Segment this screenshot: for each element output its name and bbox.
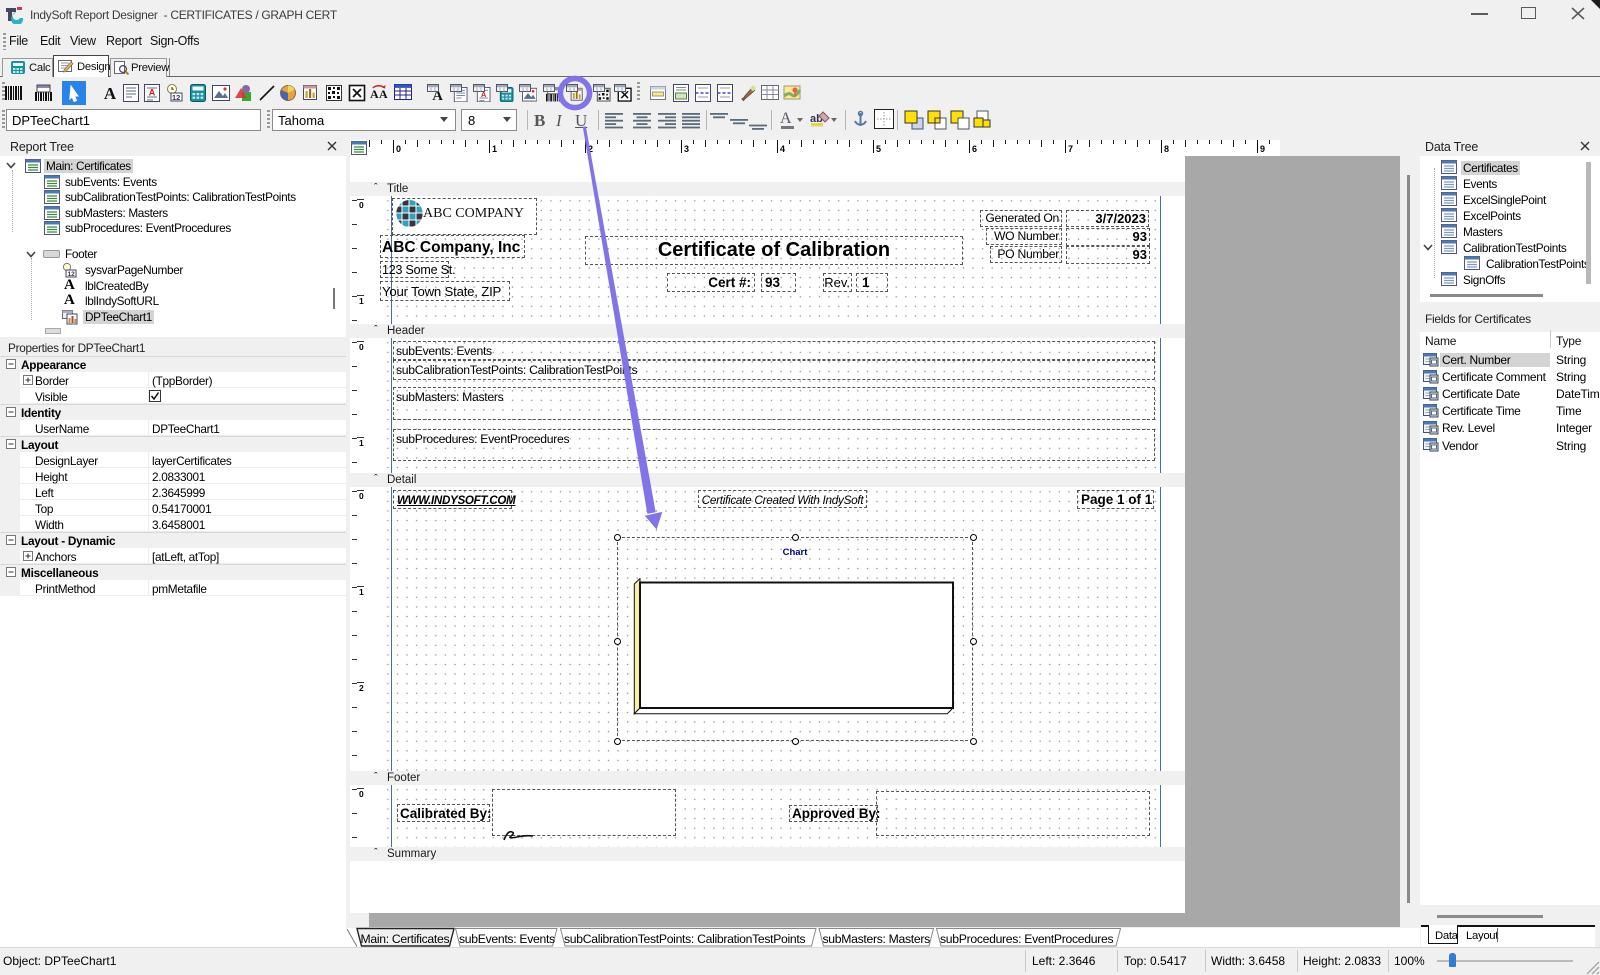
svg-text:A: A — [379, 87, 388, 101]
svg-text:A: A — [104, 84, 117, 102]
svg-text:A: A — [370, 87, 379, 101]
svg-text:A: A — [149, 88, 156, 98]
svg-text:12: 12 — [172, 93, 180, 102]
